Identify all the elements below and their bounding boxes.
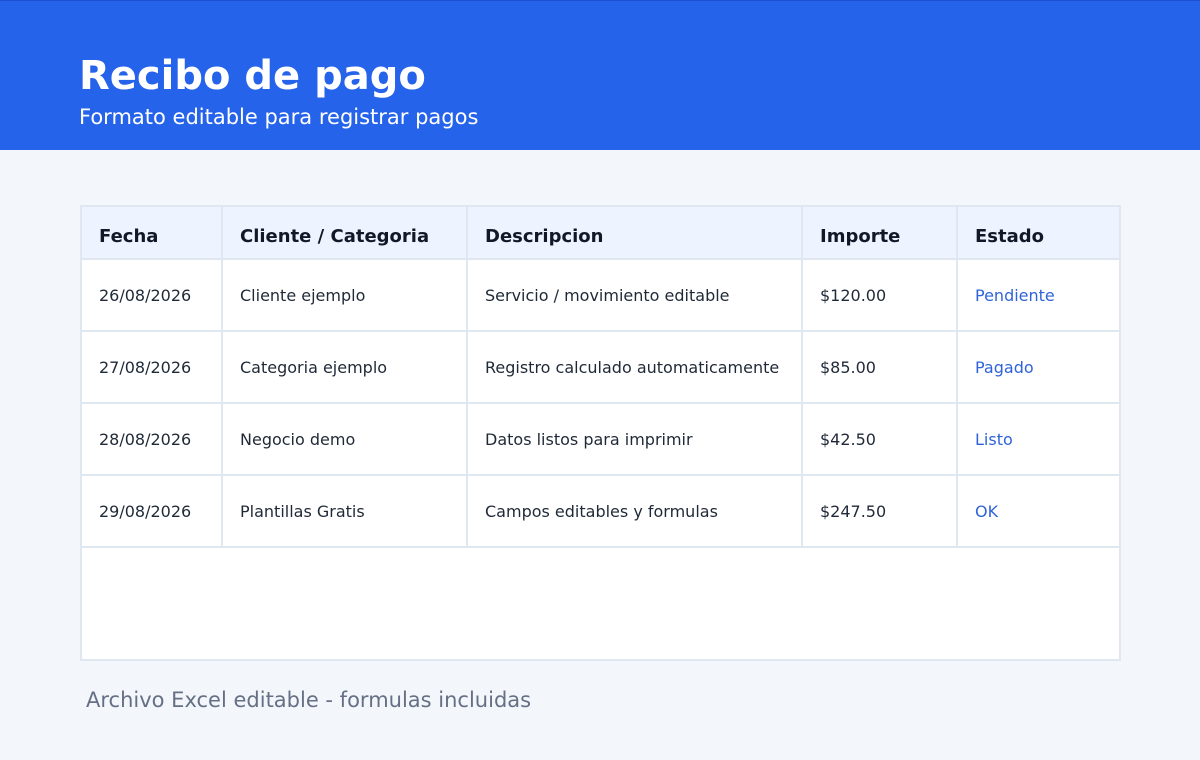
cell-estado[interactable]: Pagado <box>956 330 1119 404</box>
cell-descripcion[interactable]: Registro calculado automaticamente <box>466 330 803 404</box>
page-title: Recibo de pago <box>79 53 426 99</box>
cell-descripcion[interactable]: Servicio / movimiento editable <box>466 258 803 332</box>
cell-cliente[interactable]: Negocio demo <box>221 402 468 476</box>
cell-fecha[interactable]: 26/08/2026 <box>82 258 223 332</box>
column-header-descripcion[interactable]: Descripcion <box>466 207 803 260</box>
receipt-table: Fecha Cliente / Categoria Descripcion Im… <box>82 207 1119 548</box>
column-header-cliente[interactable]: Cliente / Categoria <box>221 207 468 260</box>
cell-cliente[interactable]: Cliente ejemplo <box>221 258 468 332</box>
table-row: 26/08/2026 Cliente ejemplo Servicio / mo… <box>82 258 1119 332</box>
cell-importe[interactable]: $85.00 <box>801 330 958 404</box>
cell-cliente[interactable]: Plantillas Gratis <box>221 474 468 548</box>
column-header-estado[interactable]: Estado <box>956 207 1119 260</box>
cell-descripcion[interactable]: Campos editables y formulas <box>466 474 803 548</box>
page-header: Recibo de pago Formato editable para reg… <box>0 0 1200 150</box>
cell-importe[interactable]: $120.00 <box>801 258 958 332</box>
cell-importe[interactable]: $247.50 <box>801 474 958 548</box>
cell-cliente[interactable]: Categoria ejemplo <box>221 330 468 404</box>
cell-importe[interactable]: $42.50 <box>801 402 958 476</box>
page-subtitle: Formato editable para registrar pagos <box>79 105 479 129</box>
cell-fecha[interactable]: 27/08/2026 <box>82 330 223 404</box>
table-row: 28/08/2026 Negocio demo Datos listos par… <box>82 402 1119 476</box>
receipt-table-container: Fecha Cliente / Categoria Descripcion Im… <box>80 205 1121 661</box>
column-header-importe[interactable]: Importe <box>801 207 958 260</box>
table-row: 27/08/2026 Categoria ejemplo Registro ca… <box>82 330 1119 404</box>
cell-fecha[interactable]: 28/08/2026 <box>82 402 223 476</box>
table-header-row: Fecha Cliente / Categoria Descripcion Im… <box>82 207 1119 260</box>
cell-estado[interactable]: Listo <box>956 402 1119 476</box>
cell-fecha[interactable]: 29/08/2026 <box>82 474 223 548</box>
cell-estado[interactable]: OK <box>956 474 1119 548</box>
footer-note: Archivo Excel editable - formulas inclui… <box>86 688 532 712</box>
column-header-fecha[interactable]: Fecha <box>82 207 223 260</box>
table-row: 29/08/2026 Plantillas Gratis Campos edit… <box>82 474 1119 548</box>
cell-descripcion[interactable]: Datos listos para imprimir <box>466 402 803 476</box>
cell-estado[interactable]: Pendiente <box>956 258 1119 332</box>
